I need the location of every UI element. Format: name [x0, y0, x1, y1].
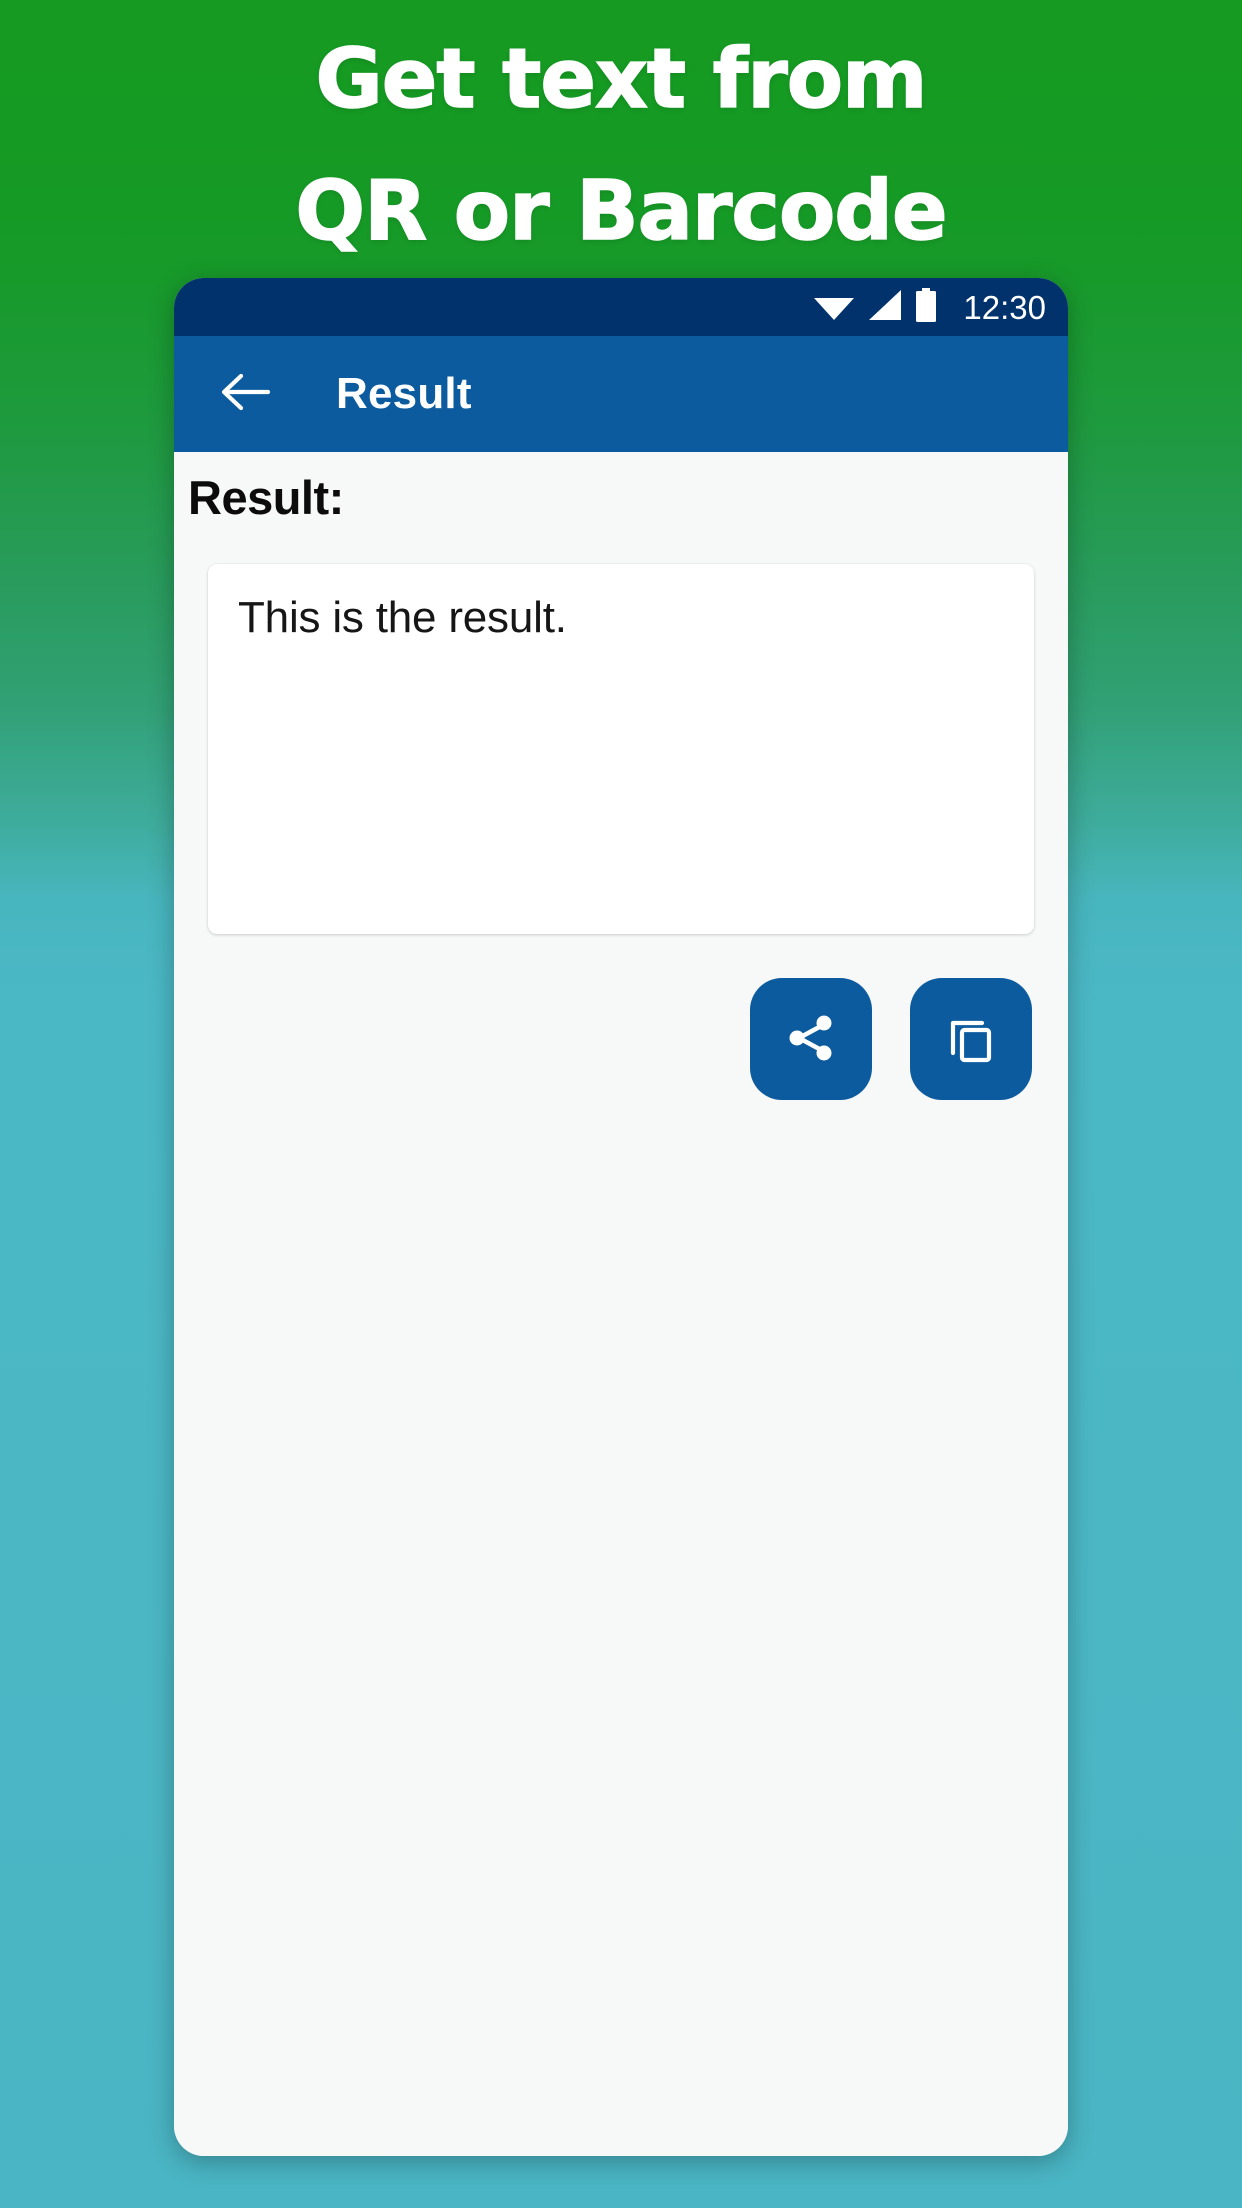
screen-content: Result: This is the result. — [174, 452, 1068, 2156]
action-button-row — [750, 978, 1032, 1100]
battery-icon — [915, 287, 937, 327]
share-icon — [782, 1009, 840, 1070]
cellular-signal-icon — [867, 289, 903, 326]
status-bar-icons: 12:30 — [813, 287, 1046, 327]
app-bar: Result — [174, 336, 1068, 452]
copy-button[interactable] — [910, 978, 1032, 1100]
share-button[interactable] — [750, 978, 872, 1100]
promo-headline-line-2: QR or Barcode — [295, 163, 949, 260]
status-bar-time: 12:30 — [963, 288, 1046, 326]
promo-headline-line-1: Get text from — [315, 31, 929, 128]
result-card[interactable]: This is the result. — [208, 564, 1034, 934]
result-section-label: Result: — [188, 471, 344, 524]
phone-frame: 12:30 Result Result: This is the result. — [174, 278, 1068, 2156]
status-bar: 12:30 — [174, 278, 1068, 336]
promo-headline: Get text from QR or Barcode — [0, 0, 1242, 278]
arrow-left-icon — [220, 371, 272, 418]
app-bar-title: Result — [336, 369, 472, 418]
wifi-icon — [813, 289, 855, 326]
result-text: This is the result. — [238, 593, 567, 642]
promo-canvas: Get text from QR or Barcode 12:30 Result… — [0, 0, 1242, 2208]
copy-icon — [942, 1009, 1000, 1070]
back-button[interactable] — [218, 366, 274, 422]
